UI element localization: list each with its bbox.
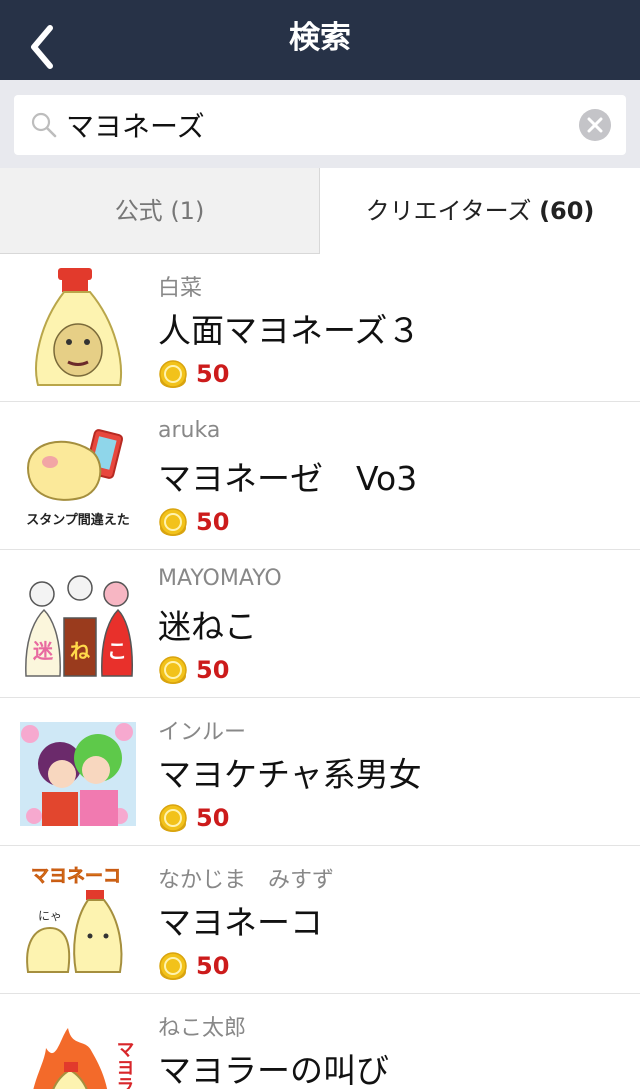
item-title: 人面マヨネーズ３ [158, 311, 421, 350]
sticker-thumbnail: マヨラ [20, 1008, 136, 1089]
tab-official[interactable]: 公式 (1) [0, 168, 320, 254]
nav-bar: 検索 [0, 0, 640, 80]
item-price-value: 50 [196, 360, 230, 388]
sticker-thumbnail: 迷 ね こ [20, 564, 136, 682]
thumb-caption: マヨネーコ [31, 866, 121, 887]
sticker-thumbnail [20, 268, 136, 386]
thumb-char: こ [107, 639, 127, 663]
page-title: 検索 [289, 20, 351, 56]
tab-creators-label: クリエイターズ [365, 197, 540, 225]
search-bar-area [0, 80, 640, 168]
item-price-value: 50 [196, 508, 230, 536]
coin-icon [159, 508, 187, 536]
search-icon [31, 112, 57, 138]
coin-icon [159, 656, 187, 684]
thumb-caption-2: にゃ [38, 909, 62, 923]
item-price-value: 50 [196, 656, 230, 684]
item-title: マヨケチャ系男女 [158, 755, 422, 794]
tab-official-label: 公式 (1) [114, 197, 205, 225]
back-button[interactable] [18, 10, 68, 70]
item-title: 迷ねこ [158, 607, 257, 646]
result-list: 白菜 人面マヨネーズ３ 50 スタンプ間違えた aruka マヨネーゼ Vo3 [0, 254, 640, 1089]
list-item[interactable]: マヨラ ねこ太郎 マヨラーの叫び 50 [0, 994, 640, 1089]
coin-icon [159, 804, 187, 832]
item-price-value: 50 [196, 804, 230, 832]
search-input[interactable] [66, 103, 566, 147]
sticker-thumbnail: マヨネーコ にゃ [20, 860, 136, 978]
sticker-thumbnail [20, 712, 136, 830]
thumb-char: 迷 [32, 639, 54, 663]
item-title: マヨネーゼ Vo3 [158, 459, 418, 498]
item-author: 白菜 [158, 276, 203, 301]
list-item[interactable]: 白菜 人面マヨネーズ３ 50 [0, 254, 640, 402]
tab-creators-count: (60) [539, 197, 595, 225]
thumb-char: ね [70, 639, 90, 663]
item-author: MAYOMAYO [158, 566, 282, 591]
list-item[interactable]: マヨネーコ にゃ なかじま みすず マヨネーコ 50 [0, 846, 640, 994]
list-item[interactable]: インルー マヨケチャ系男女 50 [0, 698, 640, 846]
item-author: インルー [158, 720, 247, 745]
list-item[interactable]: 迷 ね こ MAYOMAYO 迷ねこ 50 [0, 550, 640, 698]
item-author: なかじま みすず [158, 868, 335, 893]
search-box [14, 95, 626, 155]
chevron-left-icon [31, 25, 53, 69]
item-title: マヨネーコ [158, 903, 323, 942]
clear-search-button[interactable] [579, 109, 611, 141]
item-author: ねこ太郎 [158, 1016, 247, 1041]
tab-creators[interactable]: クリエイターズ (60) [320, 168, 640, 254]
list-item[interactable]: スタンプ間違えた aruka マヨネーゼ Vo3 50 [0, 402, 640, 550]
item-title: マヨラーの叫び [158, 1051, 389, 1089]
clear-x-icon [579, 109, 611, 141]
thumb-caption: スタンプ間違えた [26, 512, 130, 528]
sticker-thumbnail: スタンプ間違えた [20, 416, 136, 534]
category-tabs: 公式 (1) クリエイターズ (60) [0, 168, 640, 254]
coin-icon [159, 952, 187, 980]
item-price-value: 50 [196, 952, 230, 980]
item-author: aruka [158, 418, 221, 443]
coin-icon [159, 360, 187, 388]
thumb-caption: マヨラ [114, 1040, 135, 1089]
